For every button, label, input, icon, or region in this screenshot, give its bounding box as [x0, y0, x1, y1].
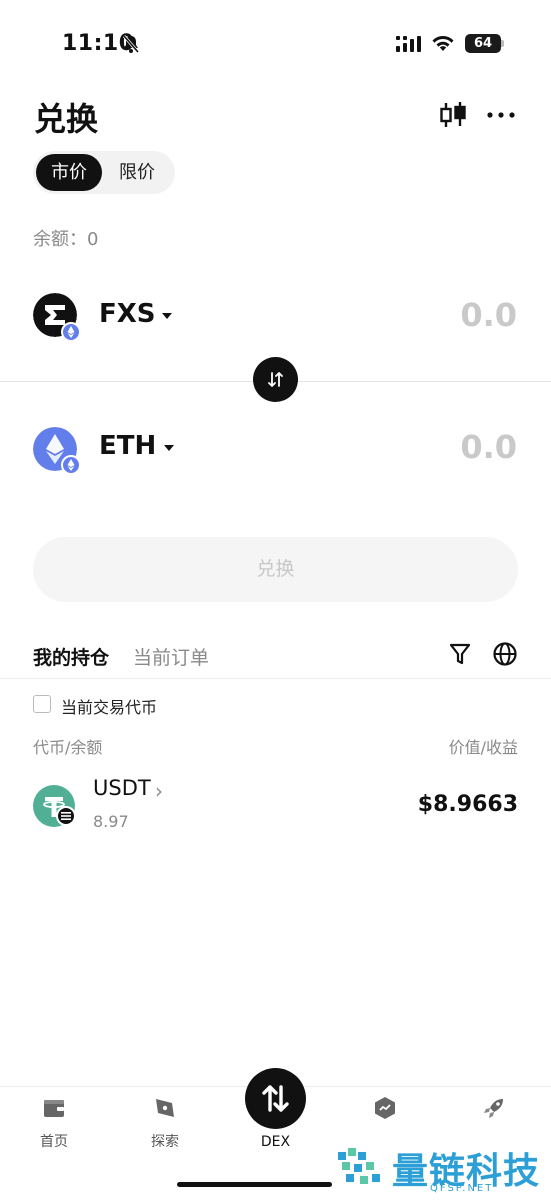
nav-item-discover[interactable]: [464, 1095, 524, 1131]
nav-item-dex[interactable]: [245, 1068, 306, 1129]
swap-icon: [262, 1085, 289, 1112]
watermark-logo-icon: [338, 1148, 380, 1184]
to-amount-input[interactable]: 0.0: [460, 428, 517, 466]
home-indicator: [177, 1182, 332, 1187]
nav-label: 探索: [151, 1134, 179, 1150]
tab-current-orders[interactable]: 当前订单: [133, 643, 209, 670]
watermark-subtext: QFSP.NET: [430, 1183, 494, 1194]
token-symbol: USDT: [93, 776, 151, 800]
tab-my-holdings[interactable]: 我的持仓: [33, 643, 109, 670]
swap-button[interactable]: 兑换: [33, 537, 518, 602]
from-amount-input[interactable]: 0.0: [460, 296, 517, 334]
caret-down-icon: [164, 445, 174, 451]
page-title: 兑换: [34, 100, 99, 138]
chevron-right-icon: ›: [155, 779, 163, 803]
battery-indicator: 64: [465, 34, 501, 53]
nav-label: DEX: [260, 1134, 291, 1150]
token-balance: 8.97: [93, 812, 129, 831]
column-header-token: 代币/余额: [33, 738, 103, 757]
defi-icon: [375, 1097, 395, 1119]
token-value: $8.9663: [417, 792, 518, 817]
battery-tip: [501, 40, 504, 47]
nav-item-home[interactable]: 首页: [24, 1095, 84, 1151]
status-bar: 11:10 64: [0, 0, 551, 80]
watermark: 量链科技 QFSP.NET: [332, 1140, 551, 1200]
wallet-icon: [44, 1100, 64, 1117]
chain-badge-icon: [56, 806, 76, 826]
candlestick-chart-icon[interactable]: [438, 100, 468, 130]
divider: [0, 678, 551, 679]
filter-icon[interactable]: [449, 642, 471, 666]
signal-icon: [396, 36, 421, 52]
swap-arrows-icon: [268, 372, 283, 387]
swap-direction-button[interactable]: [253, 357, 298, 402]
current-token-checkbox[interactable]: [33, 695, 51, 713]
rocket-icon: [484, 1099, 503, 1118]
more-options-icon[interactable]: [486, 111, 516, 119]
bell-muted-icon: [122, 35, 140, 53]
order-type-toggle: 市价 限价: [33, 151, 175, 194]
checkbox-label: 当前交易代币: [61, 698, 158, 717]
tab-limit[interactable]: 限价: [119, 154, 155, 191]
caret-down-icon: [162, 313, 172, 319]
to-token-symbol: ETH: [99, 431, 157, 461]
wifi-icon: [432, 36, 454, 51]
balance-text: 余额：0: [33, 229, 99, 250]
nav-label: 首页: [40, 1134, 68, 1150]
ethereum-chain-badge-icon: [61, 322, 81, 342]
column-header-value: 价值/收益: [448, 738, 518, 757]
globe-icon[interactable]: [492, 641, 518, 667]
nav-item-defi[interactable]: [355, 1095, 415, 1131]
tab-market[interactable]: 市价: [36, 154, 102, 191]
nav-item-explore[interactable]: 探索: [135, 1095, 195, 1151]
ethereum-chain-badge-icon: [61, 455, 81, 475]
from-token-symbol: FXS: [99, 299, 156, 329]
compass-icon: [156, 1099, 174, 1117]
